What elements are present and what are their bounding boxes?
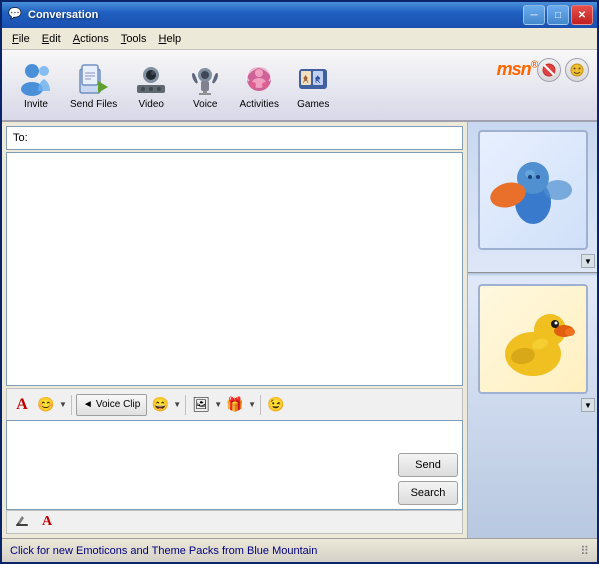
- toolbar: Invite Send Files: [2, 50, 597, 122]
- gift-arrow[interactable]: ▼: [248, 400, 256, 409]
- menu-edit[interactable]: Edit: [36, 31, 67, 47]
- status-text[interactable]: Click for new Emoticons and Theme Packs …: [10, 545, 317, 557]
- send-button[interactable]: Send: [398, 453, 458, 477]
- emoticon-picker-button[interactable]: 😊: [35, 394, 57, 416]
- emoticon-button[interactable]: [565, 58, 589, 82]
- handwriting-icon: [14, 514, 30, 530]
- menu-actions[interactable]: Actions: [67, 31, 115, 47]
- sendfiles-icon: [76, 61, 112, 97]
- window-icon: 💬: [8, 7, 24, 23]
- invite-label: Invite: [24, 99, 48, 110]
- msn-logo: msn®: [497, 58, 537, 81]
- resize-grip[interactable]: ⠿: [580, 544, 589, 558]
- window-title: Conversation: [28, 9, 98, 21]
- avatar-bottom-scroll-down[interactable]: ▼: [581, 398, 595, 412]
- to-bar: To:: [6, 126, 463, 150]
- top-avatar-box: [478, 130, 588, 250]
- status-bar: Click for new Emoticons and Theme Packs …: [2, 538, 597, 562]
- toolbar-games-button[interactable]: ♦ A ♠ K Games: [287, 58, 339, 113]
- games-label: Games: [297, 99, 329, 110]
- message-input[interactable]: [7, 421, 462, 509]
- title-bar-buttons: ─ □ ✕: [523, 5, 593, 25]
- gift-button[interactable]: 🎁: [224, 394, 246, 416]
- video-label: Video: [139, 99, 164, 110]
- sendfiles-label: Send Files: [70, 99, 117, 110]
- emoticon-arrow[interactable]: ▼: [59, 400, 67, 409]
- voice-label: Voice: [193, 99, 217, 110]
- search-button[interactable]: Search: [398, 481, 458, 505]
- left-panel: To: A 😊 ▼ ◄ Voice Clip 😄: [2, 122, 467, 538]
- to-label: To:: [13, 132, 28, 144]
- nudge-arrow[interactable]: ▼: [173, 400, 181, 409]
- voice-icon: [187, 61, 223, 97]
- toolbar-activities-button[interactable]: Activities: [233, 58, 285, 113]
- toolbar-sendfiles-button[interactable]: Send Files: [64, 58, 123, 113]
- message-area: [6, 152, 463, 386]
- title-bar: 💬 Conversation ─ □ ✕: [2, 2, 597, 28]
- bottom-format-bar: A: [6, 510, 463, 534]
- main-window: 💬 Conversation ─ □ ✕ File Edit Actions T…: [0, 0, 599, 564]
- minimize-button[interactable]: ─: [523, 5, 545, 25]
- bottom-avatar-box: [478, 284, 588, 394]
- invite-icon: [18, 61, 54, 97]
- format-toolbar: A 😊 ▼ ◄ Voice Clip 😄 ▼ 🖼 ▼: [6, 388, 463, 420]
- main-area: To: A 😊 ▼ ◄ Voice Clip 😄: [2, 122, 597, 538]
- separator-2: [185, 395, 186, 415]
- input-area: Send Search: [6, 420, 463, 510]
- title-bar-left: 💬 Conversation: [8, 7, 98, 23]
- voice-clip-button[interactable]: ◄ Voice Clip: [76, 394, 147, 416]
- panel-separator: [468, 272, 597, 276]
- handwriting-button[interactable]: [11, 511, 33, 533]
- activities-icon: [241, 61, 277, 97]
- toolbar-small-buttons: [537, 58, 589, 82]
- activities-label: Activities: [240, 99, 279, 110]
- right-panel: ▼: [467, 122, 597, 538]
- menu-tools[interactable]: Tools: [115, 31, 153, 47]
- games-icon: ♦ A ♠ K: [295, 61, 331, 97]
- send-buttons: Send Search: [398, 453, 458, 505]
- format-font-button[interactable]: A: [36, 511, 58, 533]
- toolbar-voice-button[interactable]: Voice: [179, 58, 231, 113]
- format-font-icon: A: [42, 514, 52, 530]
- wink-button[interactable]: 😉: [265, 394, 287, 416]
- block-button[interactable]: [537, 58, 561, 82]
- nudge-button[interactable]: 😄: [149, 394, 171, 416]
- menu-help[interactable]: Help: [153, 31, 188, 47]
- svg-text:A: A: [303, 76, 309, 85]
- image-arrow[interactable]: ▼: [214, 400, 222, 409]
- duck-avatar: [488, 294, 578, 384]
- font-button[interactable]: A: [11, 394, 33, 416]
- avatar-scroll-down[interactable]: ▼: [581, 254, 595, 268]
- toolbar-video-button[interactable]: Video: [125, 58, 177, 113]
- menu-file[interactable]: File: [6, 31, 36, 47]
- separator-3: [260, 395, 261, 415]
- close-button[interactable]: ✕: [571, 5, 593, 25]
- toolbar-invite-button[interactable]: Invite: [10, 58, 62, 113]
- maximize-button[interactable]: □: [547, 5, 569, 25]
- font-icon: A: [16, 396, 28, 414]
- svg-text:K: K: [315, 76, 321, 85]
- msn-butterfly-avatar: [488, 140, 578, 240]
- menu-bar: File Edit Actions Tools Help: [2, 28, 597, 50]
- image-button[interactable]: 🖼: [190, 394, 212, 416]
- voice-clip-label: Voice Clip: [96, 399, 140, 410]
- video-icon: [133, 61, 169, 97]
- voice-clip-play-icon: ◄: [83, 399, 93, 410]
- separator-1: [71, 395, 72, 415]
